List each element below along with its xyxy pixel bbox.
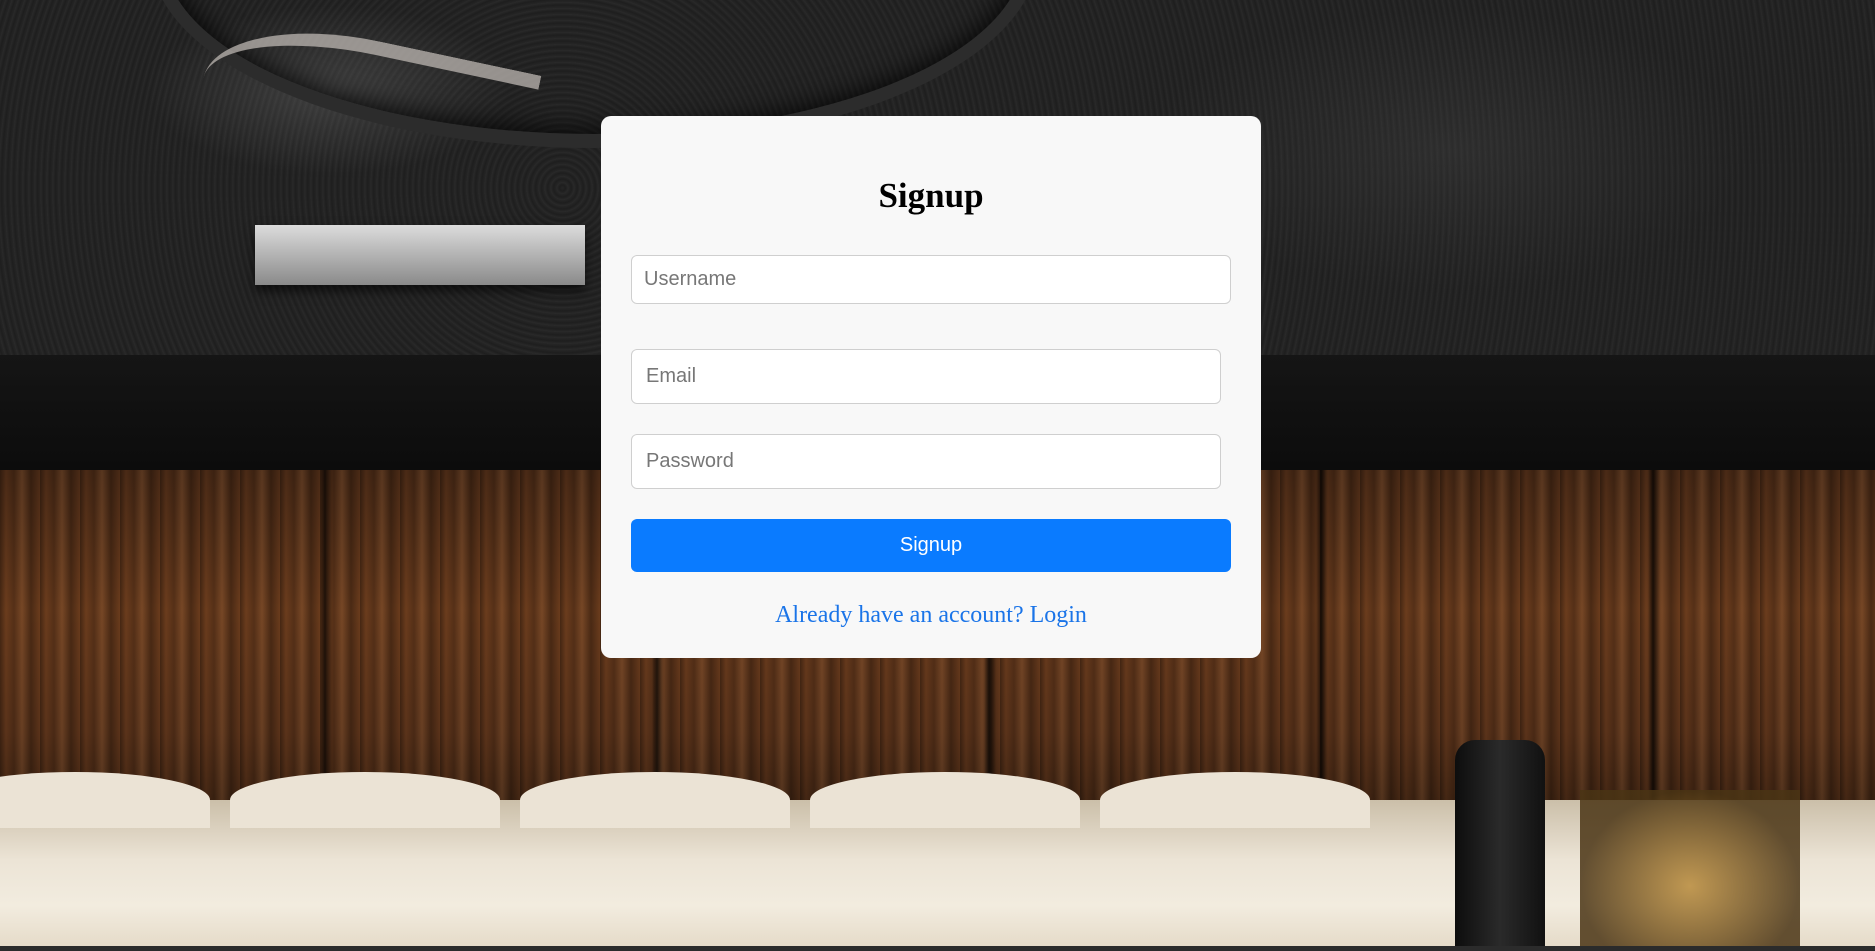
password-input[interactable] [631,434,1221,489]
background-dark-object [1455,740,1545,950]
signup-title: Signup [878,176,984,215]
background-brass-object [1580,790,1800,950]
background-scallop [520,772,790,828]
background-scallop [810,772,1080,828]
background-scallop [1100,772,1370,828]
background-metal-plate [255,225,585,285]
window-bottom-edge [0,946,1875,951]
background-scallop [230,772,500,828]
email-input[interactable] [631,349,1221,404]
background-cream-surface [0,740,1875,951]
username-input[interactable] [631,255,1231,304]
signup-button[interactable]: Signup [631,519,1231,572]
login-link[interactable]: Already have an account? Login [0,600,1862,630]
